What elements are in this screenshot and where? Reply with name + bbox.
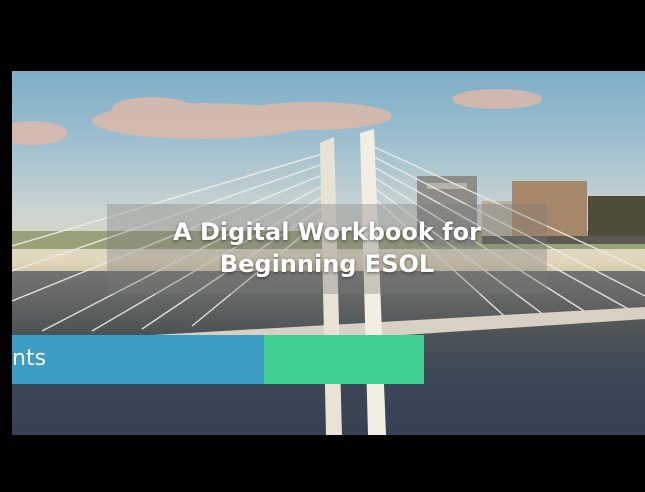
clouds <box>12 89 542 145</box>
video-frame[interactable]: A Digital Workbook for Beginning ESOL nt… <box>12 71 645 435</box>
lower-third-text: nts <box>12 346 47 371</box>
video-title: A Digital Workbook for Beginning ESOL <box>107 216 547 280</box>
title-line-1: A Digital Workbook for <box>173 218 481 246</box>
title-line-2: Beginning ESOL <box>219 250 435 278</box>
lower-third-blue-bar <box>12 335 264 384</box>
lower-third-green-bar <box>264 335 424 384</box>
lower-third-banner: nts <box>12 335 424 384</box>
video-player-frame[interactable]: A Digital Workbook for Beginning ESOL nt… <box>0 0 645 492</box>
